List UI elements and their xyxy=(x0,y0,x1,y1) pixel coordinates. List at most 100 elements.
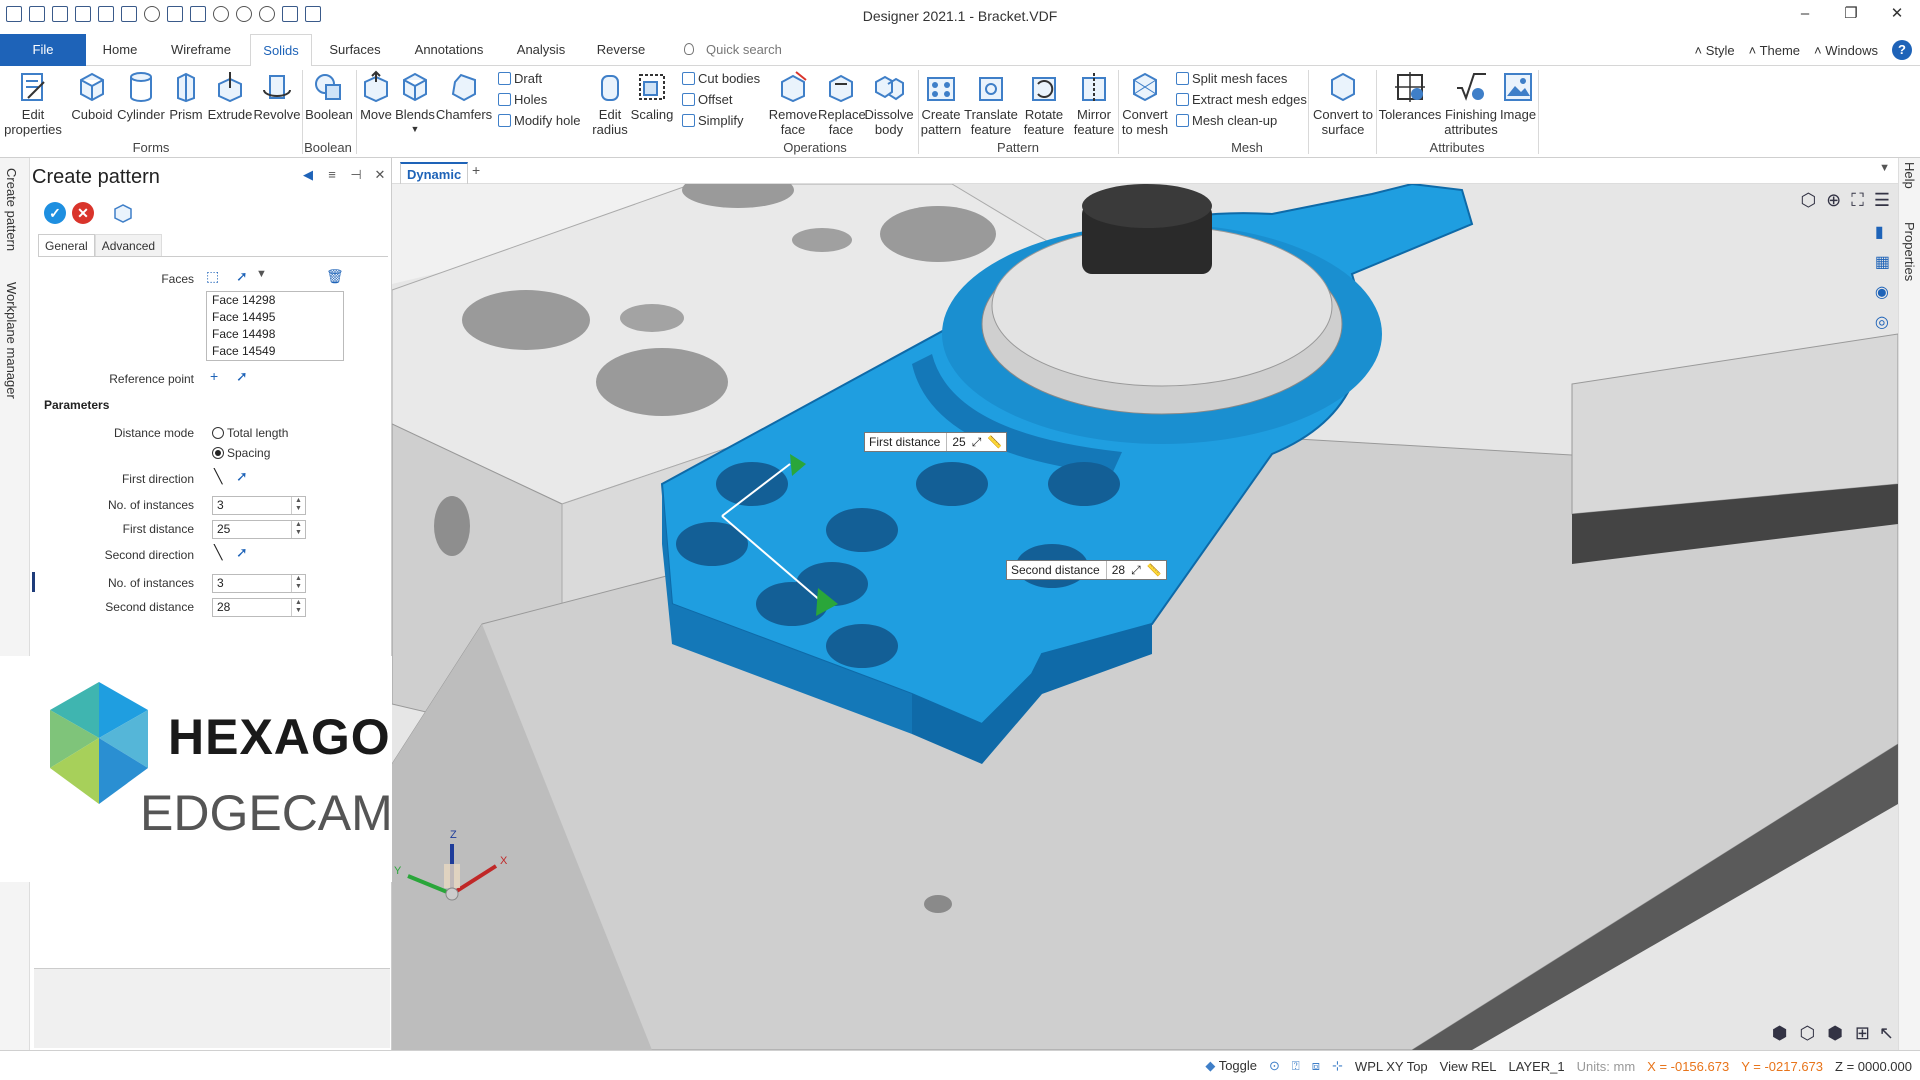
cut-bodies-button[interactable]: Cut bodies xyxy=(682,69,760,89)
visibility-icon[interactable]: ◉ xyxy=(1875,282,1890,302)
select-faces-icon[interactable]: ⬚ xyxy=(206,268,219,285)
first-distance-callout[interactable]: First distance 25 ⤢ 📏 xyxy=(864,432,1008,452)
cancel-button[interactable]: ✕ xyxy=(72,202,94,224)
chevron-down-icon[interactable]: ▼ xyxy=(256,268,267,280)
restore-button[interactable]: ❐ xyxy=(1828,0,1874,30)
3d-viewport[interactable]: Z X Y First distance 25 ⤢ 📏 Second dista… xyxy=(392,184,1898,1050)
faces-list[interactable]: Face 14298 Face 14495 Face 14498 Face 14… xyxy=(206,291,344,361)
back-icon[interactable]: ◀ xyxy=(301,168,315,182)
trash-icon[interactable]: 🗑 xyxy=(326,268,344,285)
spinner-icon[interactable]: ▲ ▼ xyxy=(291,575,305,592)
second-distance-field[interactable]: 28 ▲ ▼ xyxy=(212,598,306,617)
extract-mesh-edges-button[interactable]: Extract mesh edges xyxy=(1176,90,1307,110)
direction-icon[interactable]: ╲ xyxy=(214,468,222,485)
perspective-icon[interactable]: ⬢ xyxy=(1772,1023,1788,1044)
wpl-dropdown[interactable]: WPL XY Top xyxy=(1355,1059,1428,1074)
cursor-pick-icon[interactable]: ➚ xyxy=(236,544,248,561)
tab-surfaces[interactable]: Surfaces xyxy=(322,34,388,66)
scaling-button[interactable]: Scaling xyxy=(628,70,676,122)
view-dropdown[interactable]: View REL xyxy=(1440,1059,1497,1074)
snap-icon[interactable]: ⊙ xyxy=(1269,1058,1280,1074)
cursor-pick-icon[interactable]: ➚ xyxy=(236,368,248,385)
hide-icon[interactable]: ◎ xyxy=(1875,312,1890,332)
help-side-tab[interactable]: Help xyxy=(1902,162,1917,189)
wireframe-cube-icon[interactable]: ⬡ xyxy=(1799,1023,1815,1044)
convert-to-surface-button[interactable]: Convert to surface xyxy=(1310,70,1376,137)
add-point-icon[interactable]: + xyxy=(210,368,218,384)
layers-icon[interactable]: ▦ xyxy=(1875,252,1890,272)
tab-wireframe[interactable]: Wireframe xyxy=(164,34,238,66)
direction-icon[interactable]: ╲ xyxy=(214,544,222,561)
holes-button[interactable]: Holes xyxy=(498,90,547,110)
tolerances-button[interactable]: Tolerances xyxy=(1378,70,1442,122)
quick-search[interactable]: Quick search xyxy=(684,34,782,66)
move-button[interactable]: Move xyxy=(358,70,394,122)
cylinder-button[interactable]: Cylinder xyxy=(116,70,166,122)
mesh-cleanup-button[interactable]: Mesh clean-up xyxy=(1176,111,1277,131)
tab-reverse[interactable]: Reverse xyxy=(590,34,652,66)
close-button[interactable]: ✕ xyxy=(1874,0,1920,30)
callout-value[interactable]: 28 xyxy=(1105,561,1125,579)
select-cursor-icon[interactable]: ↖ xyxy=(1879,1023,1894,1044)
help-query-icon[interactable]: ⍰ xyxy=(1292,1058,1300,1074)
cuboid-button[interactable]: Cuboid xyxy=(70,70,114,122)
ruler-icon[interactable]: 📏 xyxy=(1147,561,1162,579)
rotate-feature-button[interactable]: Rotate feature xyxy=(1018,70,1070,137)
hamburger-menu-icon[interactable]: ☰ xyxy=(1874,190,1890,211)
close-icon[interactable]: ✕ xyxy=(373,168,387,182)
modify-hole-button[interactable]: Modify hole xyxy=(498,111,580,131)
filter-icon[interactable]: ⧈ xyxy=(1312,1058,1320,1074)
image-button[interactable]: Image xyxy=(1500,70,1536,122)
replace-face-button[interactable]: Replace face xyxy=(818,70,866,137)
dissolve-body-button[interactable]: Dissolve body xyxy=(864,70,914,137)
revolve-button[interactable]: Revolve xyxy=(254,70,300,122)
list-item[interactable]: Face 14498 xyxy=(212,326,343,343)
draft-button[interactable]: Draft xyxy=(498,69,542,89)
tab-solids[interactable]: Solids xyxy=(250,34,312,67)
chamfers-button[interactable]: Chamfers xyxy=(436,70,492,122)
mirror-feature-button[interactable]: Mirror feature xyxy=(1070,70,1118,137)
edit-radius-button[interactable]: Edit radius xyxy=(590,70,630,137)
prism-button[interactable]: Prism xyxy=(166,70,206,122)
theme-menu[interactable]: ˄ Theme xyxy=(1749,43,1800,58)
ok-button[interactable]: ✓ xyxy=(44,202,66,224)
split-mesh-faces-button[interactable]: Split mesh faces xyxy=(1176,69,1287,89)
create-pattern-button[interactable]: Create pattern xyxy=(918,70,964,137)
second-distance-callout[interactable]: Second distance 28 ⤢ 📏 xyxy=(1006,560,1167,580)
model-scene[interactable]: Z X Y xyxy=(392,184,1898,1050)
fit-view-icon[interactable]: ⛶ xyxy=(1851,190,1864,211)
spinner-icon[interactable]: ▲ ▼ xyxy=(291,599,305,616)
windows-menu[interactable]: ˄ Windows xyxy=(1814,43,1878,58)
offset-button[interactable]: Offset xyxy=(682,90,732,110)
layer-dropdown[interactable]: LAYER_1 xyxy=(1509,1059,1565,1074)
ruler-icon[interactable]: 📏 xyxy=(987,433,1002,451)
shaded-cube-icon[interactable]: ⬢ xyxy=(1827,1023,1843,1044)
spinner-icon[interactable]: ▲ ▼ xyxy=(291,497,305,514)
view-cube-icon[interactable]: ⬡ xyxy=(1800,190,1816,211)
create-pattern-side-tab[interactable]: Create pattern xyxy=(4,168,19,251)
help-icon[interactable]: ? xyxy=(1892,40,1912,60)
second-instances-field[interactable]: 3 ▲ ▼ xyxy=(212,574,306,593)
spinner-icon[interactable]: ▲ ▼ xyxy=(291,521,305,538)
first-instances-field[interactable]: 3 ▲ ▼ xyxy=(212,496,306,515)
cursor-pick-icon[interactable]: ➚ xyxy=(236,268,248,285)
list-item[interactable]: Face 14298 xyxy=(212,292,343,309)
zoom-icon[interactable]: ⊕ xyxy=(1826,190,1841,211)
finishing-attributes-button[interactable]: Finishing attributes xyxy=(1442,70,1500,137)
tab-advanced[interactable]: Advanced xyxy=(94,234,163,256)
tab-home[interactable]: Home xyxy=(92,34,148,66)
grid-layout-icon[interactable]: ⊞ xyxy=(1855,1023,1870,1044)
cylinder-view-icon[interactable]: ▮ xyxy=(1875,222,1890,242)
radio-total-length[interactable]: Total length xyxy=(212,426,288,440)
toggle-control[interactable]: ◆ Toggle xyxy=(1205,1058,1257,1074)
list-item[interactable]: Face 14549 xyxy=(212,343,343,360)
edit-properties-button[interactable]: Edit properties xyxy=(4,70,62,137)
translate-feature-button[interactable]: Translate feature xyxy=(964,70,1018,137)
callout-value[interactable]: 25 xyxy=(946,433,966,451)
preview-icon[interactable] xyxy=(112,202,134,224)
remove-face-button[interactable]: Remove face xyxy=(768,70,818,137)
cursor-pick-icon[interactable]: ➚ xyxy=(236,468,248,485)
tab-analysis[interactable]: Analysis xyxy=(508,34,574,66)
first-distance-field[interactable]: 25 ▲ ▼ xyxy=(212,520,306,539)
add-view-icon[interactable]: + xyxy=(472,162,480,178)
